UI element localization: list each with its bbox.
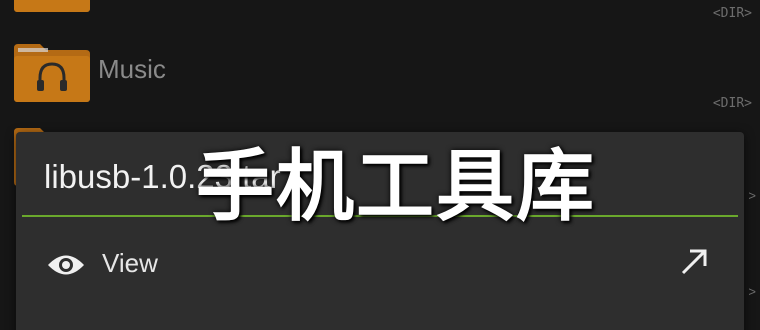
arrow-up-right-icon[interactable] xyxy=(678,246,710,283)
dir-tag: <DIR> xyxy=(712,96,752,111)
dialog-divider xyxy=(22,215,738,217)
chevron-right-icon: > xyxy=(748,188,756,203)
folder-icon[interactable] xyxy=(12,0,90,12)
menu-item-view[interactable]: View xyxy=(16,232,744,296)
file-name-label[interactable]: Music xyxy=(98,54,166,85)
file-manager-screen: <DIR> Music <DIR> libusb-1.0.23.tar View… xyxy=(0,0,760,330)
eye-icon xyxy=(46,252,86,283)
dir-tag: <DIR> xyxy=(712,6,752,21)
dialog-title: libusb-1.0.23.tar xyxy=(44,158,281,195)
file-options-dialog: libusb-1.0.23.tar View xyxy=(16,132,744,330)
menu-item-label: View xyxy=(102,248,158,278)
music-folder-icon[interactable] xyxy=(12,42,90,102)
chevron-right-icon: > xyxy=(748,284,756,299)
